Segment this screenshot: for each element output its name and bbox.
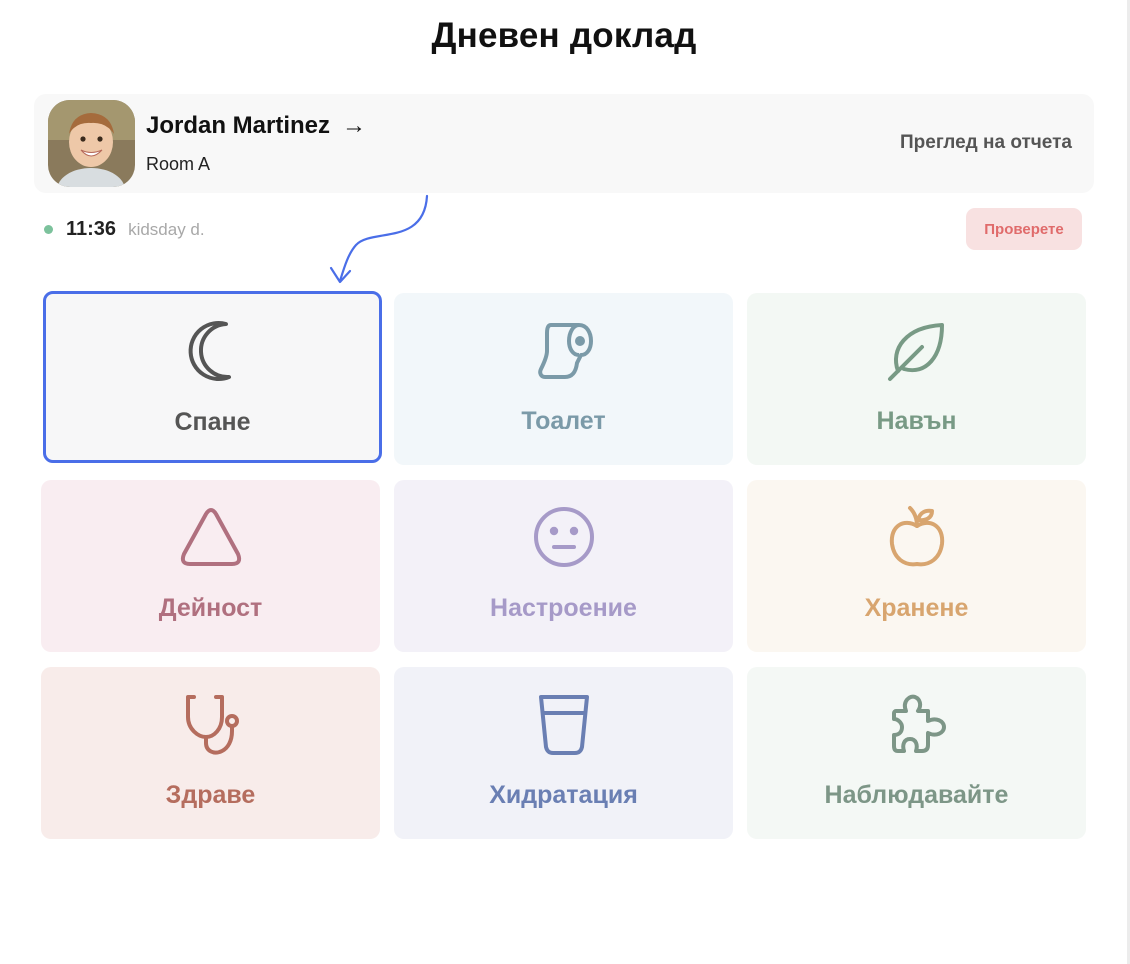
- tile-label: Тоалет: [521, 407, 606, 435]
- status-row: 11:36 kidsday d.: [44, 218, 205, 241]
- child-name-row[interactable]: Jordan Martinez →: [146, 112, 366, 140]
- tile-meal[interactable]: Хранене: [747, 480, 1086, 652]
- tile-toilet[interactable]: Тоалет: [394, 293, 733, 465]
- puzzle-icon: [747, 689, 1086, 759]
- tile-label: Настроение: [490, 594, 637, 622]
- moon-icon: [46, 316, 379, 386]
- leaf-icon: [747, 315, 1086, 385]
- status-subtitle: kidsday d.: [128, 219, 205, 239]
- room-label: Room A: [146, 154, 211, 174]
- tile-health[interactable]: Здраве: [41, 667, 380, 839]
- tile-label: Здраве: [165, 781, 256, 809]
- tile-label: Хранене: [864, 594, 969, 622]
- tile-label: Навън: [876, 407, 957, 435]
- tile-label: Хидратация: [489, 781, 638, 809]
- tile-sleep[interactable]: Спане: [43, 291, 382, 463]
- apple-icon: [747, 502, 1086, 572]
- avatar: [48, 100, 135, 187]
- tile-outside[interactable]: Навън: [747, 293, 1086, 465]
- page-title: Дневен доклад: [431, 16, 697, 55]
- check-button[interactable]: Проверете: [966, 208, 1082, 250]
- stethoscope-icon: [41, 689, 380, 759]
- view-report-link[interactable]: Преглед на отчета: [900, 132, 1072, 154]
- arrow-right-icon: →: [342, 112, 367, 139]
- tile-mood[interactable]: Настроение: [394, 480, 733, 652]
- triangle-icon: [41, 502, 380, 572]
- child-card[interactable]: Jordan Martinez → Room A Преглед на отче…: [34, 94, 1094, 193]
- daily-report-page: Дневен доклад Jordan Martinez → Room A П…: [0, 0, 1130, 964]
- tile-observe[interactable]: Наблюдавайте: [747, 667, 1086, 839]
- toilet-paper-icon: [394, 315, 733, 385]
- glass-icon: [394, 689, 733, 759]
- tile-label: Дейност: [158, 594, 263, 622]
- callout-arrow-icon: [329, 194, 429, 284]
- neutral-face-icon: [394, 502, 733, 572]
- tile-hydration[interactable]: Хидратация: [394, 667, 733, 839]
- tile-label: Наблюдавайте: [824, 781, 1009, 809]
- child-name: Jordan Martinez: [146, 112, 331, 139]
- tile-label: Спане: [174, 408, 251, 436]
- tile-activity[interactable]: Дейност: [41, 480, 380, 652]
- status-time: 11:36: [66, 218, 117, 240]
- status-dot: [44, 225, 53, 234]
